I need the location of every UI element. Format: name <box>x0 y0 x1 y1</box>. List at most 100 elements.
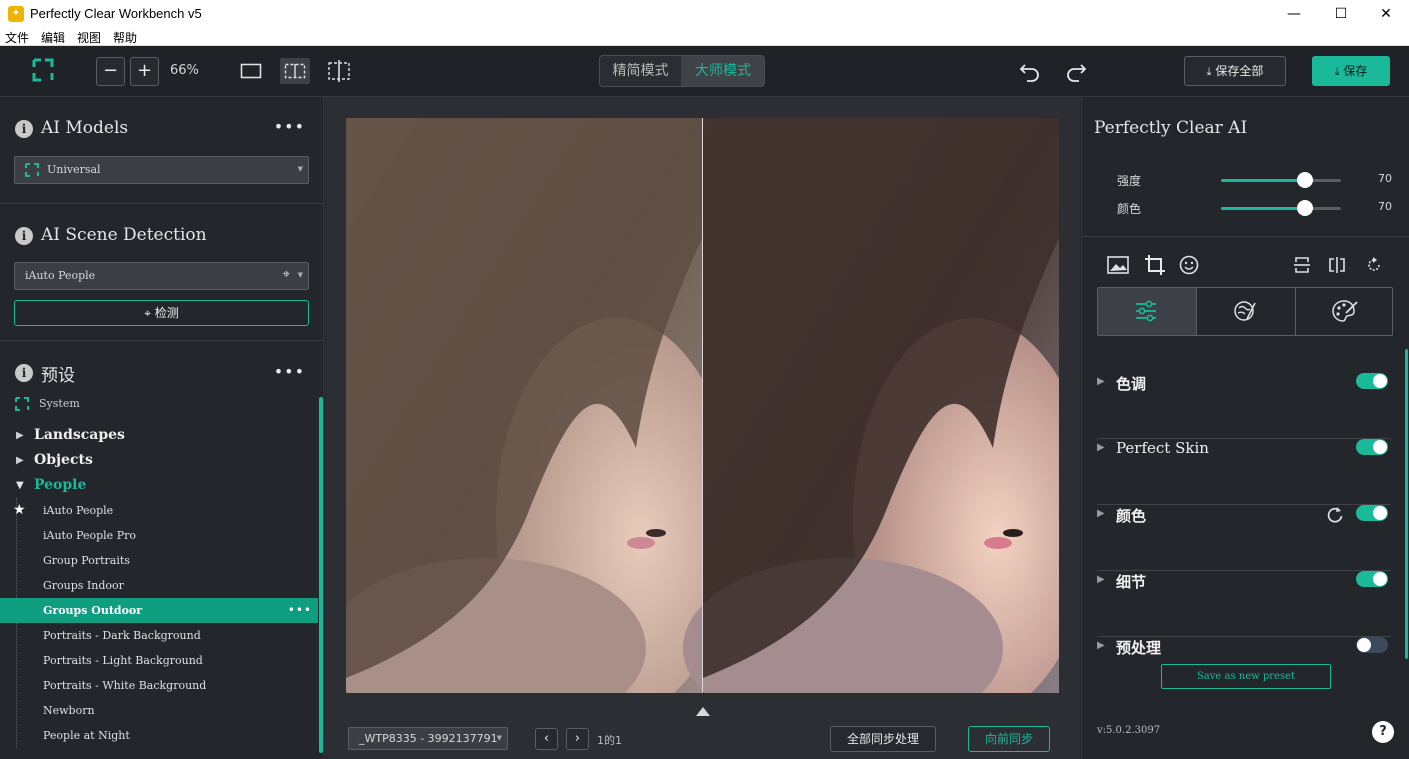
preset-category-people[interactable]: ▼ People <box>0 473 318 498</box>
preset-label: Portraits - Light Background <box>43 654 203 667</box>
crop-icon[interactable] <box>1144 254 1166 276</box>
save-button[interactable]: ⤓ 保存 <box>1312 56 1390 86</box>
zoom-in-button[interactable]: + <box>130 57 159 86</box>
next-image-button[interactable]: › <box>566 728 589 750</box>
adjustment-preprocess[interactable]: ▶ 预处理 <box>1097 637 1391 661</box>
divider <box>1082 236 1409 237</box>
adjustment-color[interactable]: ▶ 颜色 <box>1097 505 1391 571</box>
preset-category-landscapes[interactable]: ▶ Landscapes <box>0 423 318 448</box>
rotate-icon[interactable] <box>1365 256 1383 274</box>
sync-all-button[interactable]: 全部同步处理 <box>830 726 936 752</box>
info-icon: i <box>15 227 33 245</box>
file-select[interactable]: _WTP8335 - 3992137791 ▼ <box>348 727 508 750</box>
preset-item[interactable]: Group Portraits <box>0 548 318 573</box>
maximize-button[interactable]: ☐ <box>1318 0 1364 28</box>
ai-models-menu-icon[interactable]: ••• <box>274 117 305 136</box>
prev-image-button[interactable]: ‹ <box>535 728 558 750</box>
magic-brain-icon <box>1234 301 1256 321</box>
reset-icon[interactable] <box>1326 505 1344 523</box>
caret-right-icon: ▶ <box>1097 442 1105 453</box>
menu-file[interactable]: 文件 <box>5 29 29 46</box>
help-button[interactable]: ? <box>1372 721 1394 743</box>
preset-item[interactable]: Newborn <box>0 698 318 723</box>
menu-view[interactable]: 视图 <box>77 29 101 46</box>
ai-model-select[interactable]: Universal ▼ <box>14 156 309 184</box>
preset-item[interactable]: iAuto People Pro <box>0 523 318 548</box>
version-label: v:5.0.2.3097 <box>1097 725 1161 736</box>
image-icon[interactable] <box>1107 255 1129 275</box>
preset-label: iAuto People <box>43 504 114 517</box>
mode-master-tab[interactable]: 大师模式 <box>681 56 764 86</box>
color-slider[interactable] <box>1221 200 1341 216</box>
preset-label: Portraits - Dark Background <box>43 629 201 642</box>
compare-view-icon[interactable] <box>327 60 351 82</box>
filmstrip-toggle-icon[interactable] <box>696 707 710 716</box>
preset-label: Portraits - White Background <box>43 679 207 692</box>
tab-creative[interactable] <box>1296 288 1393 335</box>
adjustments-scrollbar[interactable] <box>1405 349 1408 659</box>
preset-item[interactable]: ★ iAuto People <box>0 498 318 523</box>
app-brand-icon <box>32 58 54 82</box>
page-info: 1的1 <box>597 734 622 747</box>
preset-item[interactable]: Groups Indoor <box>0 573 318 598</box>
preset-label: Groups Indoor <box>43 579 124 592</box>
face-icon[interactable] <box>1179 255 1199 275</box>
preset-menu-icon[interactable]: ••• <box>288 598 312 623</box>
divider <box>0 340 324 341</box>
preset-category-objects[interactable]: ▶ Objects <box>0 448 318 473</box>
split-view-icon <box>284 63 306 79</box>
adjustment-perfect-skin[interactable]: ▶ Perfect Skin <box>1097 439 1391 505</box>
zoom-out-button[interactable]: − <box>96 57 125 86</box>
menu-help[interactable]: 帮助 <box>113 29 137 46</box>
split-view-button[interactable] <box>280 58 310 84</box>
caret-right-icon: ▶ <box>16 430 24 441</box>
color-knob[interactable] <box>1297 200 1313 216</box>
adjustment-tone[interactable]: ▶ 色调 <box>1097 373 1391 439</box>
color-toggle[interactable] <box>1356 505 1388 521</box>
color-label: 颜色 <box>1117 202 1142 216</box>
menu-edit[interactable]: 编辑 <box>41 29 65 46</box>
photo-preview[interactable] <box>346 118 1059 693</box>
close-button[interactable]: ✕ <box>1363 0 1409 28</box>
preprocess-toggle[interactable] <box>1356 637 1388 653</box>
tab-adjustments[interactable] <box>1098 288 1196 335</box>
divider <box>0 203 324 204</box>
strength-knob[interactable] <box>1297 172 1313 188</box>
single-view-icon[interactable] <box>240 63 262 79</box>
preset-item[interactable]: People at Night <box>0 723 318 748</box>
preset-label: iAuto People Pro <box>43 529 136 542</box>
save-all-label: 保存全部 <box>1215 64 1264 78</box>
category-label: Landscapes <box>34 427 125 443</box>
save-as-preset-button[interactable]: Save as new preset <box>1161 664 1331 689</box>
detect-button[interactable]: ⌖ 检测 <box>14 300 309 326</box>
undo-icon[interactable] <box>1019 60 1041 82</box>
preset-item[interactable]: Portraits - Light Background <box>0 648 318 673</box>
scene-select[interactable]: iAuto People ⌖ ▼ <box>14 262 309 290</box>
info-icon: i <box>15 364 33 382</box>
strength-slider[interactable] <box>1221 172 1341 188</box>
redo-icon[interactable] <box>1065 60 1087 82</box>
sync-forward-button[interactable]: 向前同步 <box>968 726 1050 752</box>
detail-toggle[interactable] <box>1356 571 1388 587</box>
flip-vertical-icon[interactable] <box>1293 256 1311 274</box>
presets-menu-icon[interactable]: ••• <box>274 362 305 381</box>
preset-item-selected[interactable]: Groups Outdoor ••• <box>0 598 318 623</box>
tab-ai-retouch[interactable] <box>1197 288 1295 335</box>
save-all-button[interactable]: ⤓ 保存全部 <box>1184 56 1286 86</box>
ai-panel-title: Perfectly Clear AI <box>1094 118 1248 138</box>
system-label: System <box>39 397 80 410</box>
flip-horizontal-icon[interactable] <box>1328 256 1346 274</box>
preset-item[interactable]: Portraits - White Background <box>0 673 318 698</box>
tone-toggle[interactable] <box>1356 373 1388 389</box>
preset-label: Group Portraits <box>43 554 130 567</box>
category-label: Objects <box>34 452 93 468</box>
preset-item[interactable]: Portraits - Dark Background <box>0 623 318 648</box>
minimize-button[interactable]: — <box>1271 0 1317 28</box>
adjustment-detail[interactable]: ▶ 细节 <box>1097 571 1391 637</box>
mode-simple-tab[interactable]: 精简模式 <box>600 56 681 86</box>
skin-toggle[interactable] <box>1356 439 1388 455</box>
crosshair-icon: ⌖ <box>282 267 290 282</box>
presets-scrollbar[interactable] <box>319 397 323 753</box>
strength-label: 强度 <box>1117 174 1142 188</box>
color-value: 70 <box>1378 200 1392 213</box>
